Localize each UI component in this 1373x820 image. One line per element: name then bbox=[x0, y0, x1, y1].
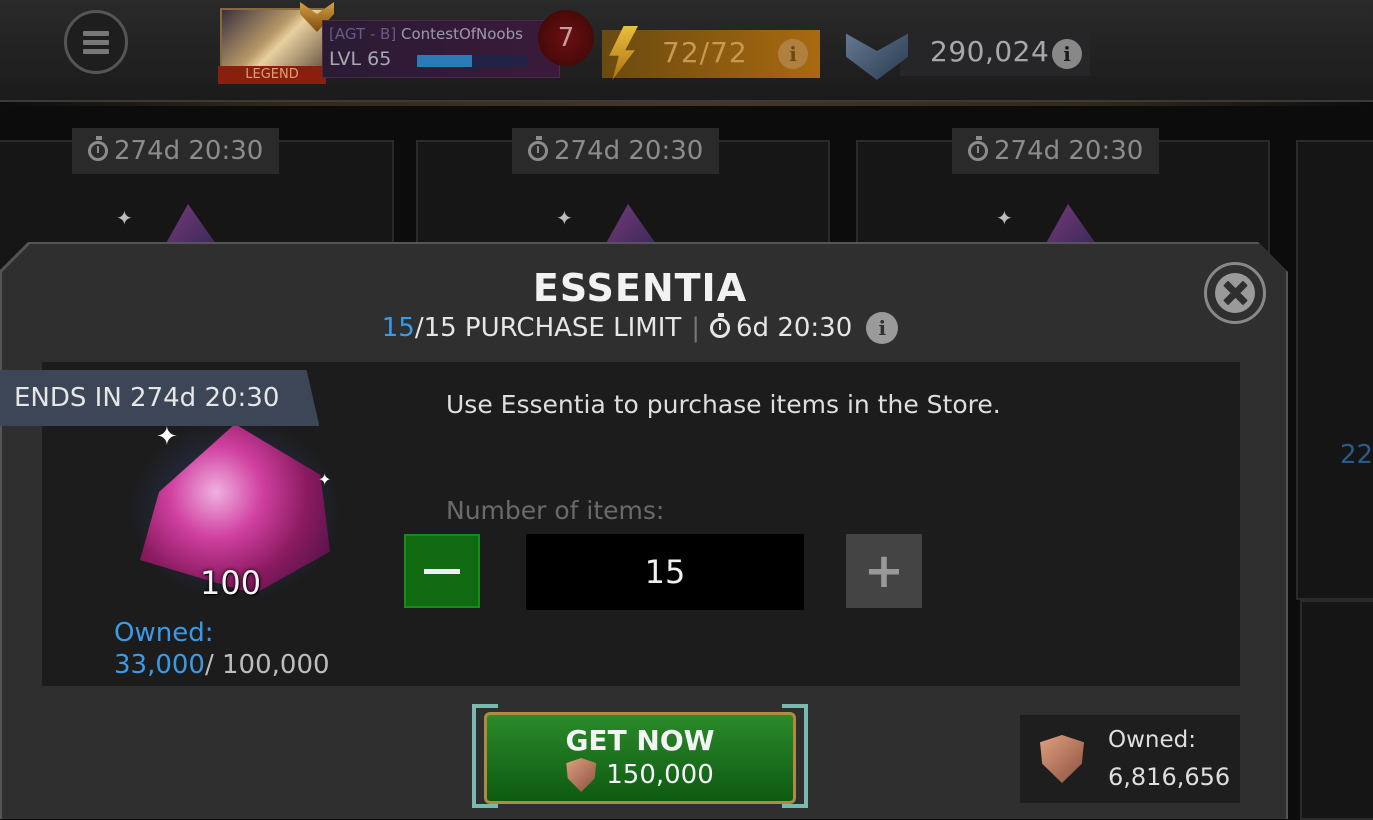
timer-text: 274d 20:30 bbox=[554, 136, 704, 166]
info-icon[interactable]: i bbox=[778, 39, 808, 69]
gold-chevron-icon bbox=[846, 33, 908, 80]
timer-text: 274d 20:30 bbox=[114, 136, 264, 166]
sparkle-icon: ✦ bbox=[556, 206, 573, 230]
battlechip-shield-icon bbox=[1040, 735, 1084, 783]
sparkle-icon: ✦ bbox=[116, 206, 133, 230]
modal-title: ESSENTIA bbox=[532, 266, 748, 310]
stopwatch-icon bbox=[528, 136, 548, 161]
sparkle-icon: ✦ bbox=[318, 470, 332, 489]
close-icon bbox=[1215, 273, 1255, 313]
alliance-tag: [AGT - B] bbox=[329, 25, 397, 43]
owned-count: 33,000/ 100,000 bbox=[114, 650, 330, 680]
get-now-label[interactable]: GET NOW bbox=[484, 724, 796, 757]
rank-tag: LEGEND bbox=[218, 66, 326, 84]
player-profile[interactable]: LEGEND [AGT - B] ContestOfNoobs LVL 65 7 bbox=[218, 2, 594, 88]
owned-max: / 100,000 bbox=[204, 650, 330, 680]
player-name: ContestOfNoobs bbox=[400, 25, 523, 43]
store-card-timer: 274d 20:30 bbox=[72, 128, 280, 174]
xp-bar bbox=[417, 55, 527, 67]
minus-icon bbox=[424, 568, 460, 574]
item-quantity: 100 bbox=[200, 564, 262, 602]
quantity-input[interactable] bbox=[526, 534, 804, 610]
info-icon[interactable]: i bbox=[1052, 39, 1082, 69]
owned-current: 33,000 bbox=[114, 650, 205, 680]
sparkle-icon: ✦ bbox=[156, 422, 178, 452]
alliance-line: [AGT - B] ContestOfNoobs bbox=[329, 25, 523, 43]
purchase-limit: 15/15 PURCHASE LIMIT | 6d 20:30 i bbox=[0, 312, 1280, 344]
currency-owned-box: Owned: 6,816,656 bbox=[1020, 715, 1240, 803]
notification-badge[interactable]: 7 bbox=[538, 10, 594, 66]
get-now-price[interactable]: 150,000 bbox=[484, 758, 796, 792]
timer-text: 274d 20:30 bbox=[994, 136, 1144, 166]
purchased-count: 15 bbox=[381, 313, 415, 343]
currency-owned-label: Owned: bbox=[1108, 727, 1196, 753]
profile-info: [AGT - B] ContestOfNoobs LVL 65 bbox=[322, 20, 560, 78]
ends-banner: ENDS IN 274d 20:30 bbox=[0, 370, 320, 426]
lightning-bolt-icon bbox=[609, 26, 638, 80]
number-of-items-label: Number of items: bbox=[446, 496, 665, 525]
owned-label: Owned: bbox=[114, 618, 214, 648]
info-icon[interactable]: i bbox=[866, 312, 899, 344]
xp-fill bbox=[417, 55, 472, 67]
stopwatch-icon bbox=[710, 313, 731, 338]
store-card-timer: 274d 20:30 bbox=[512, 128, 720, 174]
close-button[interactable] bbox=[1204, 262, 1266, 324]
store-card-timer: 274d 20:30 bbox=[952, 128, 1160, 174]
stopwatch-icon bbox=[968, 136, 988, 161]
purchase-limit-text: /15 PURCHASE LIMIT bbox=[414, 313, 682, 343]
gold-meter[interactable]: 290,024 i bbox=[846, 22, 1090, 80]
decrease-button[interactable] bbox=[404, 534, 480, 608]
currency-owned-value: 6,816,656 bbox=[1108, 763, 1231, 791]
menu-icon bbox=[83, 27, 109, 58]
store-card-value: 22 bbox=[1340, 440, 1373, 470]
sparkle-icon: ✦ bbox=[996, 206, 1013, 230]
top-bar: LEGEND [AGT - B] ContestOfNoobs LVL 65 7… bbox=[0, 0, 1373, 106]
gold-value: 290,024 bbox=[930, 35, 1050, 68]
energy-meter[interactable]: 72/72 i bbox=[602, 26, 820, 80]
price-value: 150,000 bbox=[606, 760, 714, 790]
player-level: LVL 65 bbox=[329, 48, 392, 70]
menu-button[interactable] bbox=[64, 10, 128, 74]
battlechip-shield-icon bbox=[566, 758, 597, 792]
separator: | bbox=[691, 313, 701, 343]
store-card[interactable] bbox=[1296, 140, 1373, 600]
energy-value: 72/72 bbox=[662, 36, 748, 69]
store-card[interactable] bbox=[1300, 600, 1373, 820]
increase-button[interactable]: + bbox=[846, 534, 922, 608]
reset-timer: 6d 20:30 bbox=[736, 313, 853, 343]
stopwatch-icon bbox=[88, 136, 108, 161]
plus-icon: + bbox=[863, 543, 905, 599]
item-description: Use Essentia to purchase items in the St… bbox=[446, 390, 1001, 419]
